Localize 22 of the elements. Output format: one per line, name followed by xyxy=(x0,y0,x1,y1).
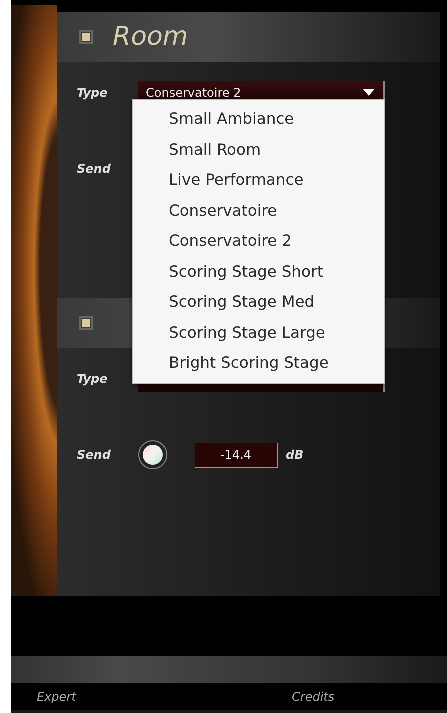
send-value-field[interactable]: -14.4 xyxy=(195,442,278,468)
type-label: Type xyxy=(77,372,109,386)
menu-item[interactable]: Live Performance xyxy=(133,165,384,196)
expert-link[interactable]: Expert xyxy=(37,690,292,704)
menu-item[interactable]: Scoring Stage Med xyxy=(133,287,384,318)
caret-icon xyxy=(363,89,375,97)
send-label: Send xyxy=(77,448,112,462)
menu-item[interactable]: Conservatoire 2 xyxy=(133,226,384,256)
menu-item[interactable]: Bright Scoring Stage xyxy=(133,348,384,378)
menu-item[interactable]: Small Ambiance xyxy=(133,104,384,134)
send-label: Send xyxy=(77,162,112,176)
credits-link[interactable]: Credits xyxy=(292,690,335,704)
menu-item[interactable]: Scoring Stage Large xyxy=(133,318,384,348)
knob[interactable] xyxy=(138,440,168,470)
menu-item[interactable]: Conservatoire xyxy=(133,196,384,226)
unit-label: dB xyxy=(286,448,304,462)
checkbox[interactable] xyxy=(79,316,93,330)
type-label: Type xyxy=(77,86,109,100)
section-title: Room xyxy=(113,22,188,52)
menu-item[interactable]: Small Room xyxy=(133,134,384,165)
menu-item[interactable]: Scoring Stage Short xyxy=(133,256,384,287)
checkbox[interactable] xyxy=(79,30,93,44)
